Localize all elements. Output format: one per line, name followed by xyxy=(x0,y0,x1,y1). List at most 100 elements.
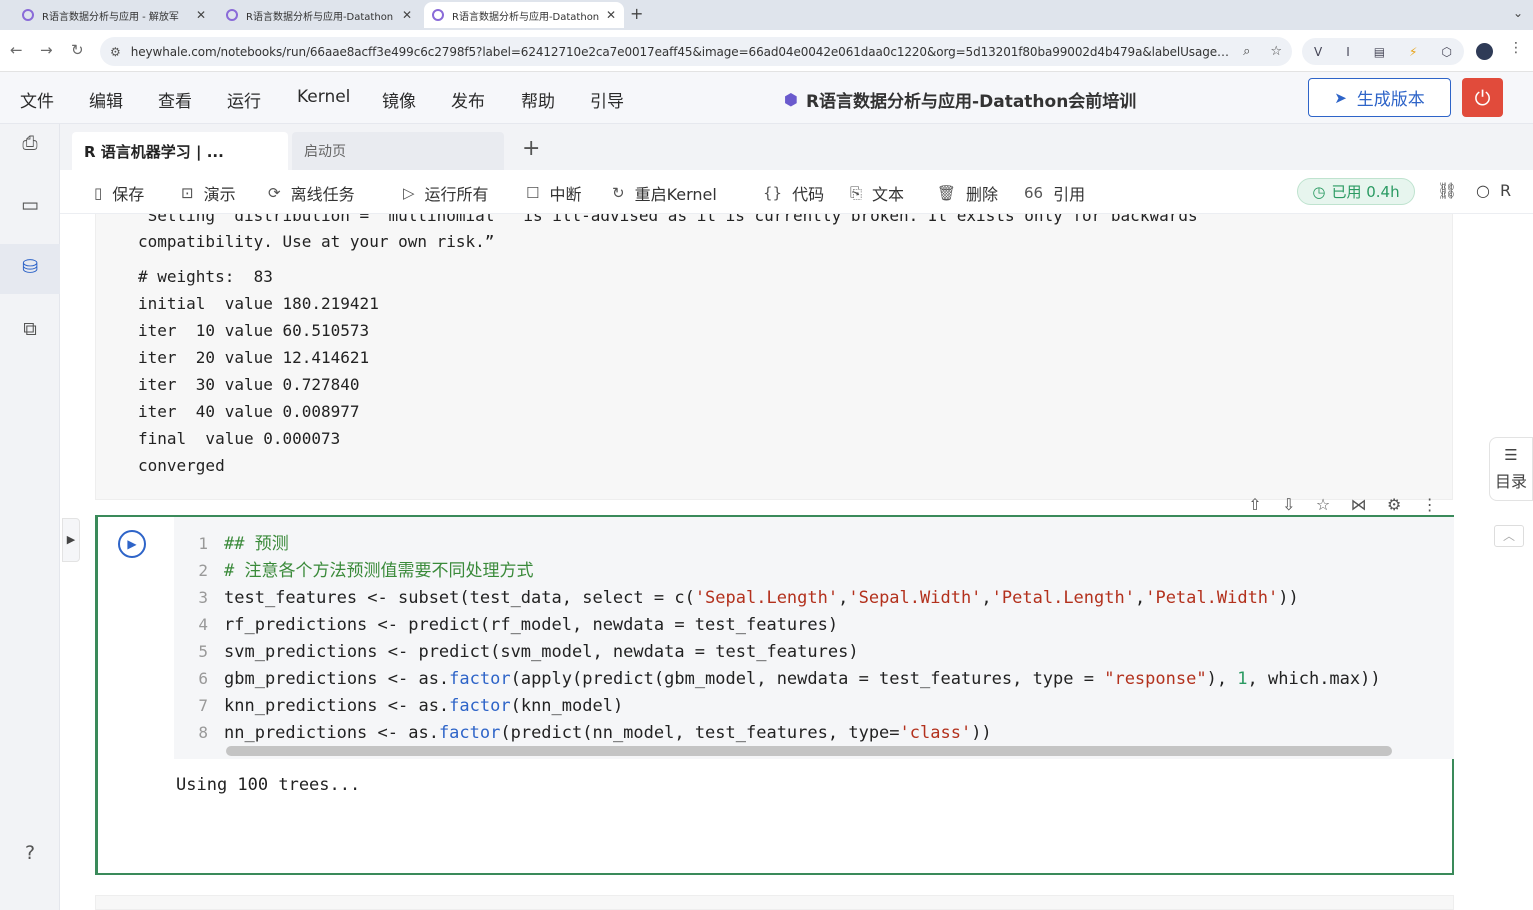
code-line-5: 5 svm_predictions <- predict(svm_model, n… xyxy=(174,638,1454,665)
code-line-3: 3 test_features <- subset(test_data, sele… xyxy=(174,584,1454,611)
url-text[interactable]: heywhale.com/notebooks/run/66aae8acff3e4… xyxy=(131,45,1233,59)
save-icon: ▯ xyxy=(94,184,103,202)
help-icon[interactable]: ? xyxy=(17,842,43,868)
notebook-title-text: R语言数据分析与应用-Datathon会前培训 xyxy=(805,92,1137,112)
collapse-cell-button[interactable]: ︿ xyxy=(1494,525,1524,547)
code-line-7: 7 knn_predictions <- as.factor(knn_model) xyxy=(174,692,1454,719)
menu-image[interactable]: 镜像 xyxy=(382,87,416,112)
more-icon[interactable]: ⋮ xyxy=(1422,495,1438,514)
delete-label: 删除 xyxy=(966,185,999,204)
left-rail: ⎙ ▭ ⛁ ⧉ ? xyxy=(0,124,60,910)
present-label: 演示 xyxy=(203,185,236,204)
restart-kernel-label: 重启Kernel xyxy=(634,185,717,204)
menu-help[interactable]: 帮助 xyxy=(521,87,555,112)
offline-task-button[interactable]: ⟳ 离线任务 xyxy=(268,181,355,205)
add-code-button[interactable]: {} 代码 xyxy=(763,181,824,205)
cell-expand-handle[interactable]: ▶ xyxy=(62,518,80,562)
extensions-group: V I ▤ ⚡ ⬡ xyxy=(1302,38,1464,65)
star-icon[interactable]: ☆ xyxy=(1316,495,1330,514)
menu-publish[interactable]: 发布 xyxy=(451,87,485,112)
notebook-toolbar: ▯ 保存 ⊡ 演示 ⟳ 离线任务 ▷ 运行所有 ☐ 中断 ↻ 重启Kernel {} 代码 ⎘… xyxy=(60,170,1533,214)
output-line: compatibility. Use at your own risk.” xyxy=(138,232,495,251)
code-panel-icon[interactable]: ⧉ xyxy=(17,318,43,344)
save-button[interactable]: ▯ 保存 xyxy=(94,181,144,205)
add-tab-icon[interactable]: + xyxy=(522,136,540,161)
tab-launcher[interactable]: 启动页 xyxy=(292,132,504,170)
menu-run[interactable]: 运行 xyxy=(227,87,261,112)
menu-view[interactable]: 查看 xyxy=(158,87,192,112)
browser-tab-2[interactable]: R语言数据分析与应用-Datathon ✕ xyxy=(218,2,420,28)
extensions-puzzle-icon[interactable]: ⬡ xyxy=(1441,45,1451,59)
menu-kernel[interactable]: Kernel xyxy=(297,87,350,107)
generate-version-button[interactable]: ➤ 生成版本 xyxy=(1308,78,1451,117)
add-text-label: 文本 xyxy=(872,185,905,204)
horizontal-scrollbar[interactable] xyxy=(226,746,1392,756)
add-text-button[interactable]: ⎘ 文本 xyxy=(850,181,904,205)
run-all-button[interactable]: ▷ 运行所有 xyxy=(403,181,489,205)
back-arrow-icon[interactable]: ← xyxy=(10,41,23,59)
delete-button[interactable]: 🗑 删除 xyxy=(937,181,998,205)
toc-button[interactable]: ☰ 目录 xyxy=(1489,437,1533,501)
menu-file[interactable]: 文件 xyxy=(20,87,54,112)
quote-icon: 66 xyxy=(1024,184,1044,202)
cite-label: 引用 xyxy=(1053,185,1086,204)
extension-i-icon[interactable]: I xyxy=(1346,45,1350,59)
code-editor[interactable]: 1 ## 预测 2 # 注意各个方法预测值需要不同处理方式 3 test_featur… xyxy=(174,517,1524,759)
line-number: 7 xyxy=(198,696,208,715)
extension-v-icon[interactable]: V xyxy=(1314,45,1322,59)
profile-avatar[interactable] xyxy=(1476,43,1493,60)
address-bar-row: ← → ↻ ⚙ heywhale.com/notebooks/run/66aae… xyxy=(0,30,1533,72)
extension-bolt-icon[interactable]: ⚡ xyxy=(1409,45,1417,59)
menu-guide[interactable]: 引导 xyxy=(590,87,624,112)
line-number: 6 xyxy=(198,669,208,688)
settings-gear-icon[interactable]: ⚙ xyxy=(1387,495,1401,514)
url-bar[interactable]: ⚙ heywhale.com/notebooks/run/66aae8acff3… xyxy=(100,37,1292,66)
code-text: rf_predictions <- predict(rf_model, newd… xyxy=(224,615,839,635)
move-up-icon[interactable]: ⇧ xyxy=(1248,495,1261,514)
power-button[interactable]: ⏻ xyxy=(1462,78,1503,117)
browser-tab-3-active[interactable]: R语言数据分析与应用-Datathon ✕ xyxy=(424,2,624,28)
folder-icon[interactable]: ▭ xyxy=(17,194,43,220)
close-tab-icon[interactable]: ✕ xyxy=(402,8,412,22)
browser-tab-title: R语言数据分析与应用-Datathon xyxy=(452,11,600,23)
chevron-up-icon: ︿ xyxy=(1502,529,1515,543)
send-icon: ➤ xyxy=(1334,88,1347,107)
share-icon[interactable]: ⋈ xyxy=(1351,495,1367,514)
code-text: # 注意各个方法预测值需要不同处理方式 xyxy=(224,561,534,581)
line-number: 3 xyxy=(198,588,208,607)
run-cell-button[interactable]: ▶ xyxy=(118,530,146,558)
link-icon[interactable]: ⛓ xyxy=(1437,181,1457,200)
output-line: converged xyxy=(138,456,225,475)
menu-edit[interactable]: 编辑 xyxy=(89,87,123,112)
bookmark-star-icon[interactable]: ☆ xyxy=(1270,44,1282,59)
database-icon[interactable]: ⛁ xyxy=(17,256,43,282)
browser-menu-icon[interactable]: ⋮ xyxy=(1509,40,1523,56)
zoom-icon[interactable]: ⌕ xyxy=(1243,44,1250,59)
new-tab-icon[interactable]: + xyxy=(630,4,643,23)
notebook-tabs: R 语言机器学习 | ... 启动页 + xyxy=(60,124,1533,170)
line-number: 5 xyxy=(198,642,208,661)
tab-search-chevron-icon[interactable]: ⌄ xyxy=(1513,6,1523,20)
stop-icon: ☐ xyxy=(526,184,540,202)
browser-tab-title: R语言数据分析与应用 - 解放军 xyxy=(42,11,179,23)
clock-icon: ◷ xyxy=(1312,182,1326,201)
code-cell[interactable]: ▶ 1 ## 预测 2 # 注意各个方法预测值需要不同处理方式 3 test_feat… xyxy=(95,515,1524,875)
tab-notebook[interactable]: R 语言机器学习 | ... xyxy=(72,132,288,170)
close-tab-icon[interactable]: ✕ xyxy=(606,8,616,22)
cite-button[interactable]: 66 引用 xyxy=(1024,181,1085,205)
next-cell[interactable] xyxy=(95,895,1454,910)
chevron-right-icon: ▶ xyxy=(66,533,76,546)
interrupt-button[interactable]: ☐ 中断 xyxy=(526,181,581,205)
extension-doc-icon[interactable]: ▤ xyxy=(1374,45,1385,59)
site-settings-icon[interactable]: ⚙ xyxy=(110,45,121,59)
forward-arrow-icon[interactable]: → xyxy=(40,41,53,59)
inbox-icon[interactable]: ⎙ xyxy=(17,132,43,158)
move-down-icon[interactable]: ⇩ xyxy=(1282,495,1295,514)
restart-kernel-button[interactable]: ↻ 重启Kernel xyxy=(612,181,717,205)
close-tab-icon[interactable]: ✕ xyxy=(196,8,206,22)
output-line: final value 0.000073 xyxy=(138,429,341,448)
browser-tab-1[interactable]: R语言数据分析与应用 - 解放军 ✕ xyxy=(14,2,214,28)
reload-icon[interactable]: ↻ xyxy=(71,41,84,59)
code-line-4: 4 rf_predictions <- predict(rf_model, new… xyxy=(174,611,1454,638)
present-button[interactable]: ⊡ 演示 xyxy=(181,181,236,205)
